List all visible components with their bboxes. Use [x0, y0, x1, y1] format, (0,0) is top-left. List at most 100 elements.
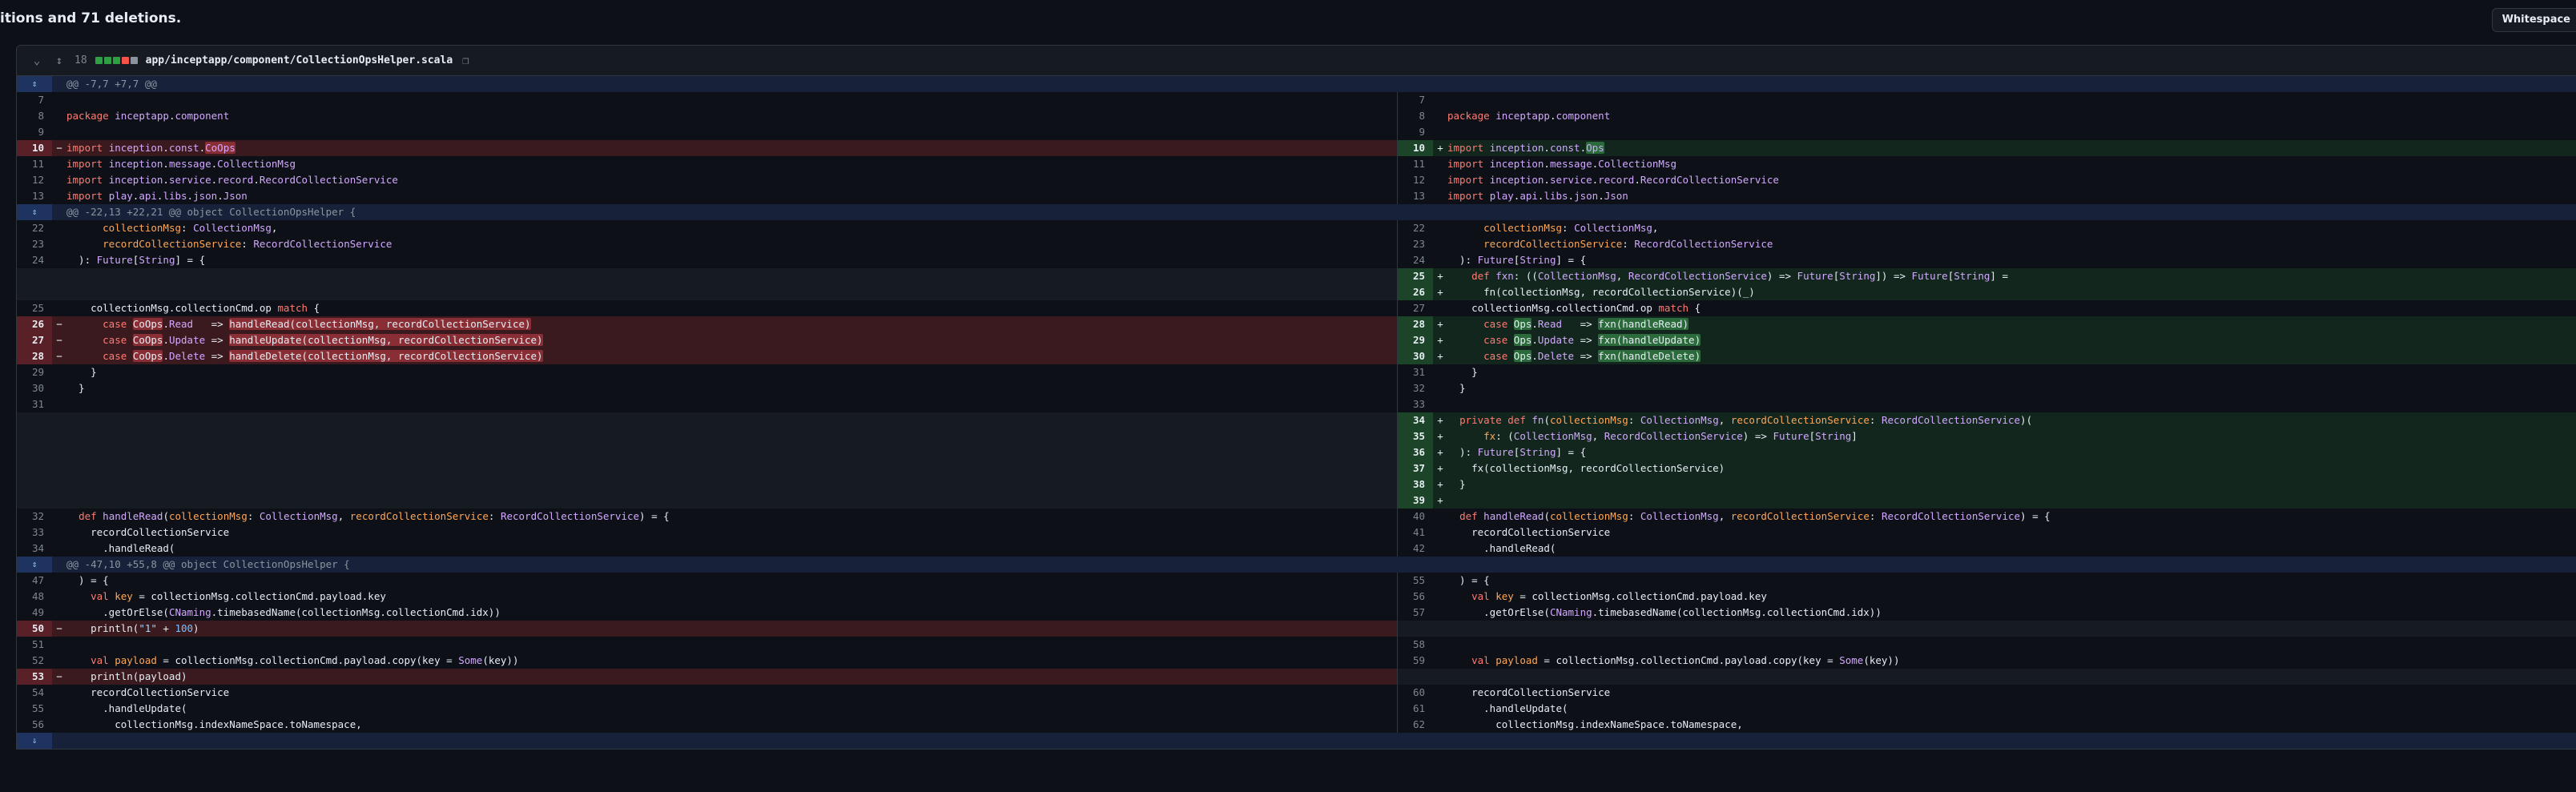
line-number[interactable]: 34 [1398, 412, 1433, 428]
line-number[interactable]: 33 [17, 525, 52, 541]
line-number[interactable]: 11 [1398, 156, 1433, 172]
expand-lines-icon[interactable]: ⇕ [17, 204, 52, 220]
line-number[interactable]: 31 [1398, 364, 1433, 380]
line-number[interactable]: 30 [1398, 348, 1433, 364]
line-number[interactable]: 10 [1398, 140, 1433, 156]
line-number[interactable]: 40 [1398, 509, 1433, 525]
line-number[interactable]: 34 [17, 541, 52, 557]
line-number[interactable]: 36 [1398, 444, 1433, 460]
line-number[interactable]: 59 [1398, 653, 1433, 669]
line-number[interactable]: 41 [1398, 525, 1433, 541]
line-number[interactable]: 54 [17, 685, 52, 701]
added-line: 25 + def fxn: ((CollectionMsg, RecordColl… [1397, 268, 2576, 284]
line-number[interactable]: 53 [17, 669, 52, 685]
line-number[interactable]: 24 [17, 252, 52, 268]
expand-lines-icon[interactable]: ⇕ [17, 557, 52, 573]
line-number[interactable] [17, 492, 52, 509]
expand-lines-icon[interactable]: ⇕ [17, 76, 52, 92]
line-number[interactable]: 33 [1398, 396, 1433, 412]
line-number[interactable]: 29 [1398, 332, 1433, 348]
line-number[interactable]: 42 [1398, 541, 1433, 557]
diff-marker [1433, 509, 1447, 525]
code-line: import inception.message.CollectionMsg [66, 158, 296, 170]
line-number[interactable]: 9 [1398, 124, 1433, 140]
line-number[interactable]: 25 [17, 300, 52, 316]
line-number[interactable]: 8 [1398, 108, 1433, 124]
line-number[interactable]: 52 [17, 653, 52, 669]
line-number[interactable]: 23 [1398, 236, 1433, 252]
line-number[interactable]: 51 [17, 637, 52, 653]
line-number[interactable]: 47 [17, 573, 52, 589]
line-number[interactable]: 7 [17, 92, 52, 108]
empty-line [17, 268, 1397, 284]
line-number[interactable]: 13 [1398, 188, 1433, 204]
diff-marker [52, 605, 66, 621]
line-number[interactable] [17, 412, 52, 428]
line-number[interactable]: 9 [17, 124, 52, 140]
line-number[interactable]: 32 [17, 509, 52, 525]
unfold-icon[interactable]: ↕ [52, 54, 66, 67]
line-number[interactable] [17, 444, 52, 460]
line-number[interactable]: 10 [17, 140, 52, 156]
line-number[interactable]: 30 [17, 380, 52, 396]
line-number[interactable]: 29 [17, 364, 52, 380]
line-number[interactable]: 11 [17, 156, 52, 172]
line-number[interactable]: 27 [17, 332, 52, 348]
line-number[interactable]: 22 [1398, 220, 1433, 236]
copy-icon[interactable]: ❐ [462, 54, 469, 67]
change-count: 18 [74, 54, 87, 66]
line-number[interactable]: 28 [17, 348, 52, 364]
line-number[interactable]: 48 [17, 589, 52, 605]
line-number[interactable]: 26 [1398, 284, 1433, 300]
left-line: 52 val payload = collectionMsg.collectio… [17, 653, 1397, 669]
line-number[interactable]: 35 [1398, 428, 1433, 444]
line-number[interactable]: 55 [17, 701, 52, 717]
diff-marker [52, 685, 66, 701]
line-number[interactable]: 8 [17, 108, 52, 124]
line-number[interactable]: 27 [1398, 300, 1433, 316]
line-number[interactable] [17, 428, 52, 444]
line-number[interactable]: 38 [1398, 476, 1433, 492]
diff-marker [1433, 653, 1447, 669]
line-number[interactable]: 56 [17, 717, 52, 733]
line-number[interactable] [17, 268, 52, 284]
line-number[interactable]: 55 [1398, 573, 1433, 589]
line-number[interactable]: 7 [1398, 92, 1433, 108]
line-number[interactable]: 50 [17, 621, 52, 637]
line-number[interactable]: 62 [1398, 717, 1433, 733]
line-number[interactable]: 12 [17, 172, 52, 188]
line-number[interactable]: 56 [1398, 589, 1433, 605]
code-line: .getOrElse(CNaming.timebasedName(collect… [1447, 606, 1882, 618]
line-number[interactable]: 57 [1398, 605, 1433, 621]
line-number[interactable]: 49 [17, 605, 52, 621]
diff-row: 77 [17, 92, 2576, 108]
line-number[interactable]: 31 [17, 396, 52, 412]
line-number[interactable]: 24 [1398, 252, 1433, 268]
line-number[interactable]: 32 [1398, 380, 1433, 396]
diff-marker: + [1437, 446, 1443, 458]
line-number[interactable]: 25 [1398, 268, 1433, 284]
line-number[interactable]: 28 [1398, 316, 1433, 332]
line-number[interactable]: 23 [17, 236, 52, 252]
line-number[interactable]: 13 [17, 188, 52, 204]
expand-lines-icon[interactable]: ⇓ [17, 733, 52, 749]
file-path[interactable]: app/inceptapp/component/CollectionOpsHel… [146, 54, 453, 66]
line-number[interactable]: 12 [1398, 172, 1433, 188]
chevron-down-icon[interactable]: ⌄ [30, 54, 44, 67]
right-line: 61 .handleUpdate( [1397, 701, 2576, 717]
line-number[interactable] [1398, 669, 1433, 685]
diff-row: 36 + ): Future[String] = { [17, 444, 2576, 460]
whitespace-button[interactable]: Whitespace [2491, 8, 2576, 32]
line-number[interactable] [17, 460, 52, 476]
line-number[interactable]: 61 [1398, 701, 1433, 717]
line-number[interactable]: 37 [1398, 460, 1433, 476]
line-number[interactable]: 22 [17, 220, 52, 236]
line-number[interactable] [17, 284, 52, 300]
line-number[interactable]: 60 [1398, 685, 1433, 701]
line-number[interactable]: 39 [1398, 492, 1433, 509]
line-number[interactable]: 26 [17, 316, 52, 332]
line-number[interactable] [1398, 621, 1433, 637]
line-number[interactable] [17, 476, 52, 492]
line-number[interactable]: 58 [1398, 637, 1433, 653]
